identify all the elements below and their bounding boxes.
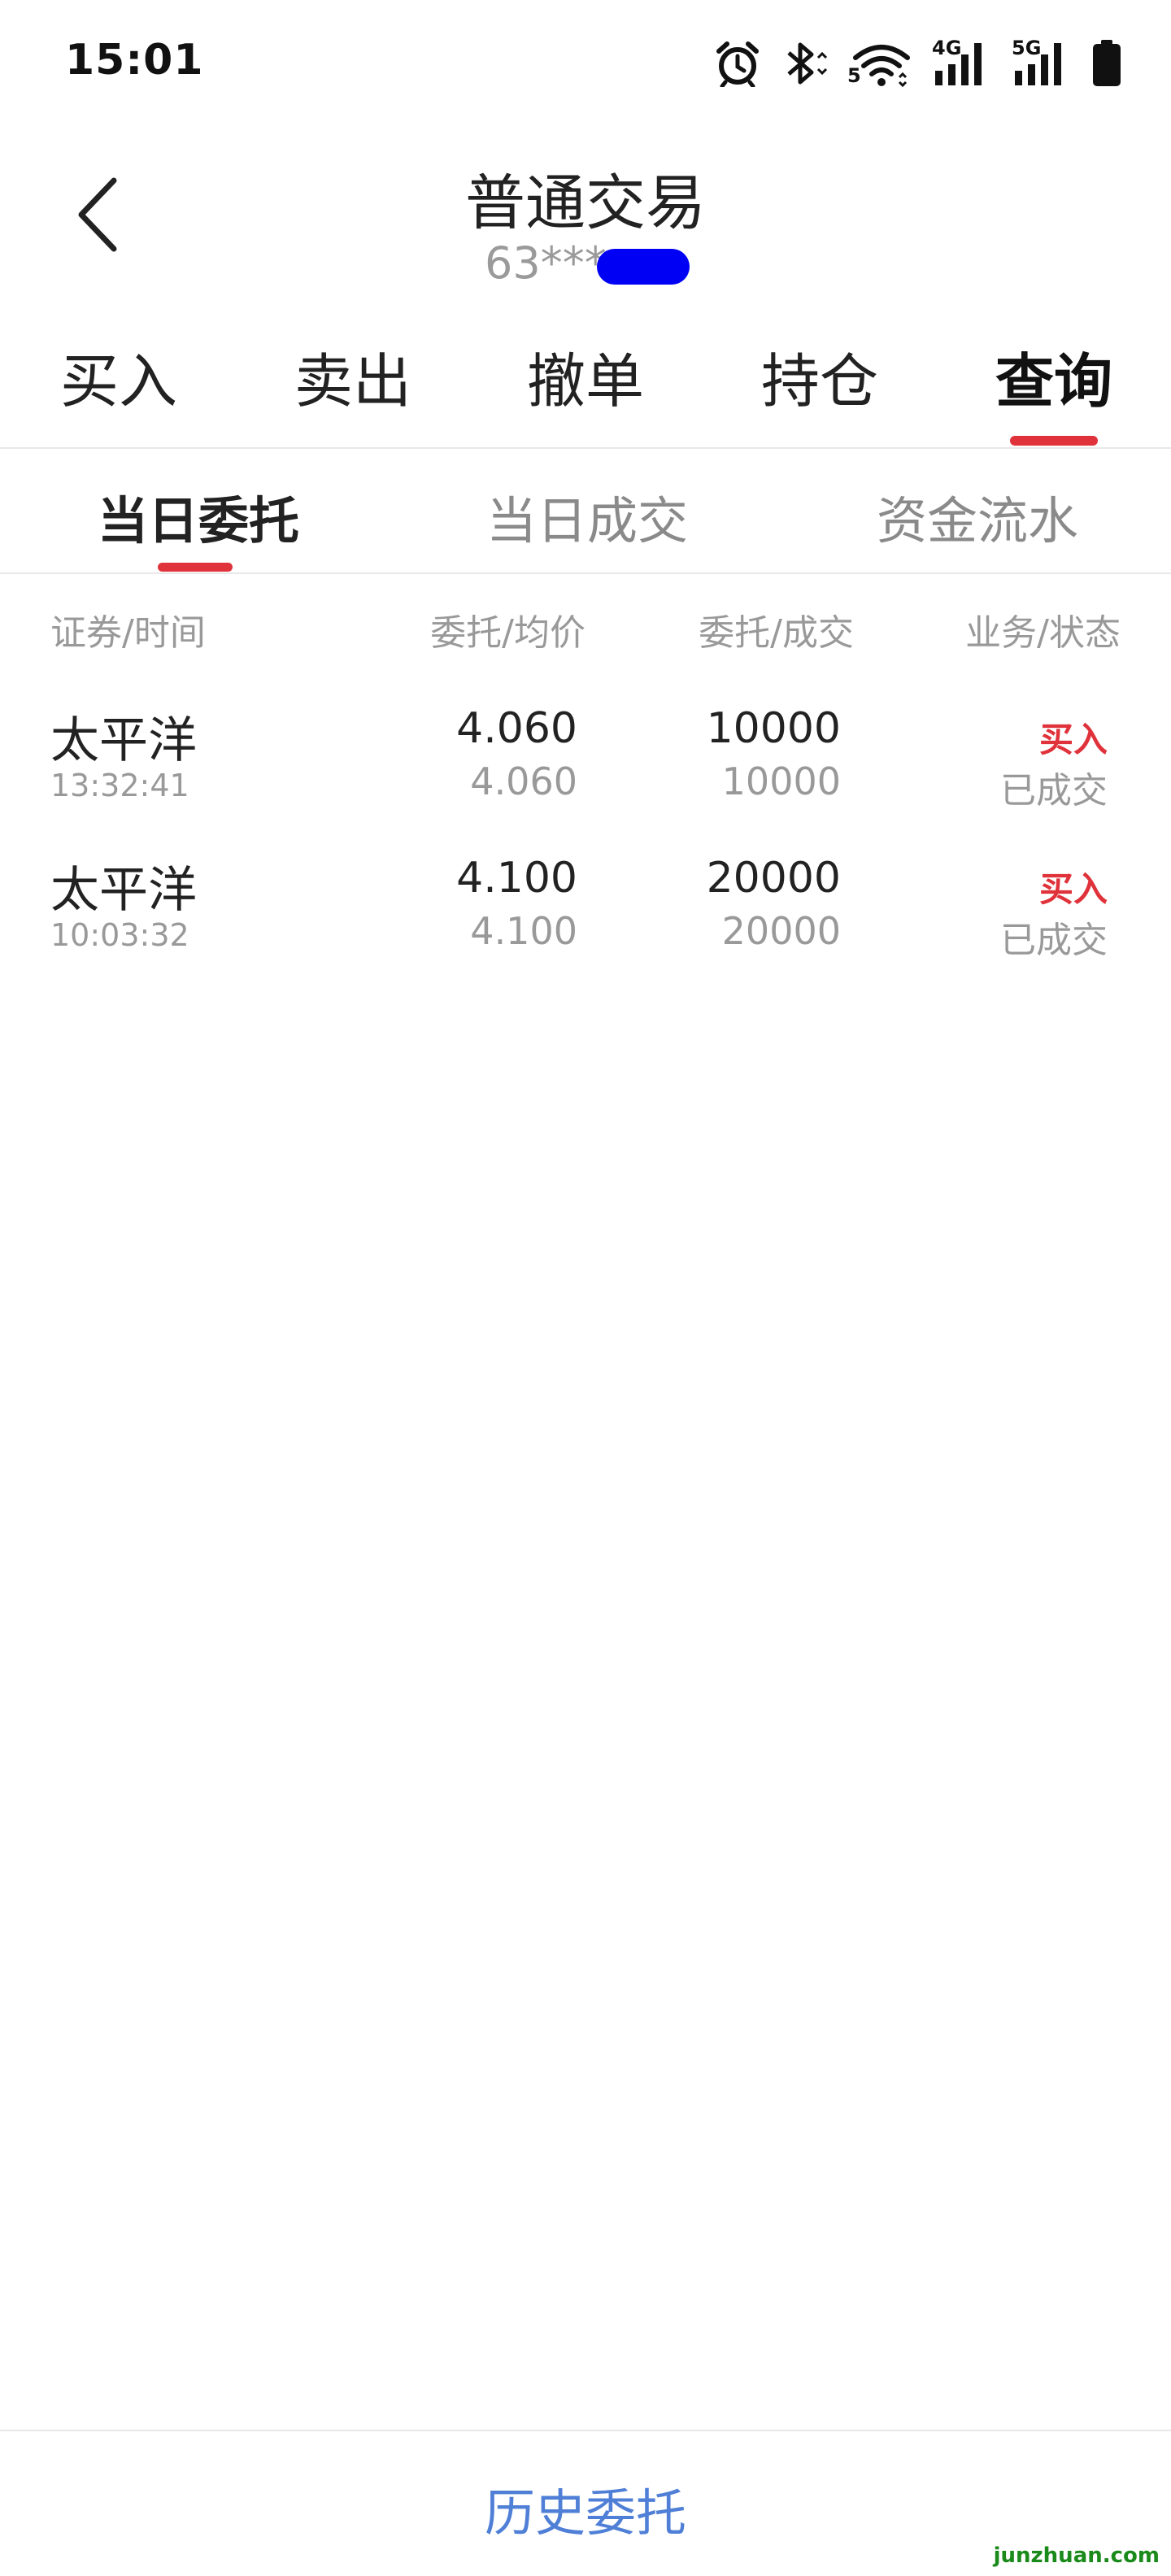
- footer-divider: [0, 2430, 1171, 2431]
- signal-4g-icon: 4G: [932, 37, 990, 87]
- avg-price: 4.100: [470, 909, 577, 953]
- status-time: 15:01: [65, 36, 204, 85]
- order-status: 已成交: [1000, 770, 1108, 812]
- filled-qty: 20000: [721, 909, 841, 953]
- col-header-order-avg: 委托/均价: [430, 612, 586, 654]
- tab-sell[interactable]: 卖出: [294, 333, 411, 419]
- status-icons: 5 4G 5G: [714, 37, 1122, 89]
- security-name: 太平洋: [50, 862, 197, 919]
- main-tab-active-indicator: [1010, 436, 1098, 446]
- tab-buy[interactable]: 买入: [60, 333, 177, 419]
- page-title: 普通交易: [465, 168, 706, 238]
- security-name: 太平洋: [50, 712, 197, 769]
- bluetooth-icon: [787, 42, 828, 85]
- subtab-fund-flow[interactable]: 资金流水: [877, 480, 1078, 553]
- order-price: 4.100: [456, 854, 577, 903]
- main-tab-bar: 买入 卖出 撤单 持仓 查询: [0, 333, 1171, 439]
- business-type: 买入: [1038, 720, 1108, 759]
- filled-qty: 10000: [721, 759, 841, 803]
- col-header-security-time: 证券/时间: [50, 612, 206, 654]
- subtab-today-orders[interactable]: 当日委托: [98, 480, 299, 553]
- order-status: 已成交: [1000, 920, 1108, 961]
- wifi-icon: 5: [847, 40, 911, 87]
- order-time: 13:32:41: [50, 768, 189, 803]
- account-number: 63***: [485, 237, 607, 289]
- subtab-divider: [0, 572, 1171, 574]
- order-time: 10:03:32: [50, 917, 189, 953]
- watermark: junzhuan.com: [993, 2543, 1160, 2568]
- signal-5g-icon: 5G: [1012, 37, 1070, 87]
- col-header-order-filled: 委托/成交: [699, 612, 854, 654]
- order-price: 4.060: [456, 704, 577, 753]
- tab-query[interactable]: 查询: [995, 333, 1112, 419]
- subtab-today-trades[interactable]: 当日成交: [486, 480, 688, 553]
- wifi-badge: 5: [847, 64, 861, 87]
- business-type: 买入: [1038, 869, 1108, 909]
- tab-holdings[interactable]: 持仓: [761, 333, 878, 419]
- account-redaction-mask: [597, 249, 690, 285]
- battery-icon: [1093, 40, 1121, 86]
- order-qty: 10000: [706, 704, 841, 753]
- history-orders-button[interactable]: 历史委托: [0, 2472, 1171, 2545]
- main-tab-divider: [0, 447, 1171, 449]
- subtab-active-indicator: [158, 563, 233, 572]
- col-header-business-status: 业务/状态: [965, 612, 1121, 654]
- alarm-icon: [716, 41, 759, 87]
- order-qty: 20000: [706, 854, 841, 903]
- tab-cancel-order[interactable]: 撤单: [527, 333, 644, 419]
- avg-price: 4.060: [470, 759, 577, 803]
